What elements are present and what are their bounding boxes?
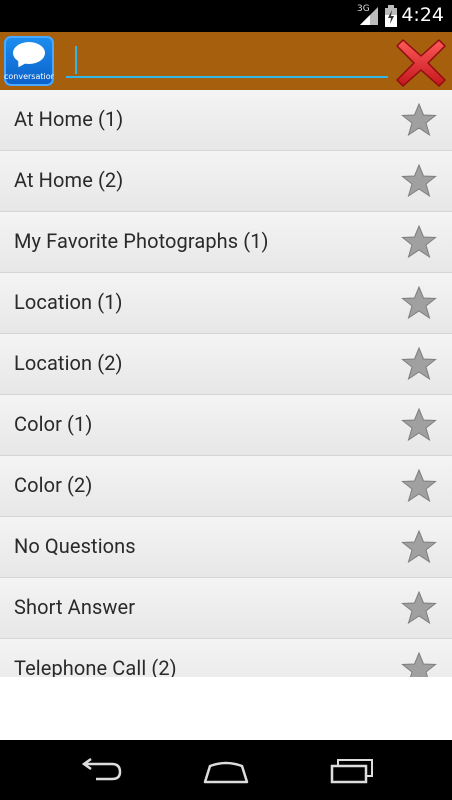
status-clock: 4:24: [401, 4, 444, 26]
action-bar: conversation: [0, 32, 452, 91]
empty-area: [0, 677, 452, 740]
list-item-label: Telephone Call (2): [14, 656, 177, 677]
list-item[interactable]: Telephone Call (2): [0, 639, 452, 677]
search-input[interactable]: [66, 42, 388, 78]
star-icon[interactable]: [401, 652, 437, 677]
list-item[interactable]: Location (2): [0, 334, 452, 395]
list-item-label: Color (2): [14, 473, 93, 497]
star-icon[interactable]: [401, 164, 437, 198]
list-item[interactable]: At Home (1): [0, 90, 452, 151]
list-item-label: Short Answer: [14, 595, 136, 619]
list-item[interactable]: Location (1): [0, 273, 452, 334]
close-icon[interactable]: [395, 36, 447, 88]
back-icon[interactable]: [76, 758, 124, 784]
list-item-label: Color (1): [14, 412, 93, 436]
text-cursor: [75, 46, 77, 74]
star-icon[interactable]: [401, 347, 437, 381]
battery-icon: [385, 5, 397, 27]
list-item-label: At Home (2): [14, 168, 124, 192]
star-icon[interactable]: [401, 103, 437, 137]
list-item[interactable]: Color (1): [0, 395, 452, 456]
list-item[interactable]: My Favorite Photographs (1): [0, 212, 452, 273]
list-item-label: Location (1): [14, 290, 123, 314]
signal-icon: [360, 7, 378, 25]
status-bar: 3G 4:24: [0, 0, 452, 32]
app-icon-caption: conversation: [4, 72, 54, 81]
list-item[interactable]: Color (2): [0, 456, 452, 517]
topic-list: At Home (1) At Home (2) My Favorite Phot…: [0, 90, 452, 677]
star-icon[interactable]: [401, 225, 437, 259]
list-item-label: Location (2): [14, 351, 123, 375]
home-icon[interactable]: [202, 758, 250, 784]
list-item-label: My Favorite Photographs (1): [14, 229, 269, 253]
star-icon[interactable]: [401, 408, 437, 442]
star-icon[interactable]: [401, 469, 437, 503]
list-item[interactable]: At Home (2): [0, 151, 452, 212]
recent-apps-icon[interactable]: [328, 758, 376, 784]
star-icon[interactable]: [401, 286, 437, 320]
list-item-label: At Home (1): [14, 107, 124, 131]
list-item-label: No Questions: [14, 534, 136, 558]
star-icon[interactable]: [401, 591, 437, 625]
list-item[interactable]: Short Answer: [0, 578, 452, 639]
app-icon[interactable]: conversation: [4, 36, 54, 86]
list-item[interactable]: No Questions: [0, 517, 452, 578]
navigation-bar: [0, 740, 452, 800]
star-icon[interactable]: [401, 530, 437, 564]
